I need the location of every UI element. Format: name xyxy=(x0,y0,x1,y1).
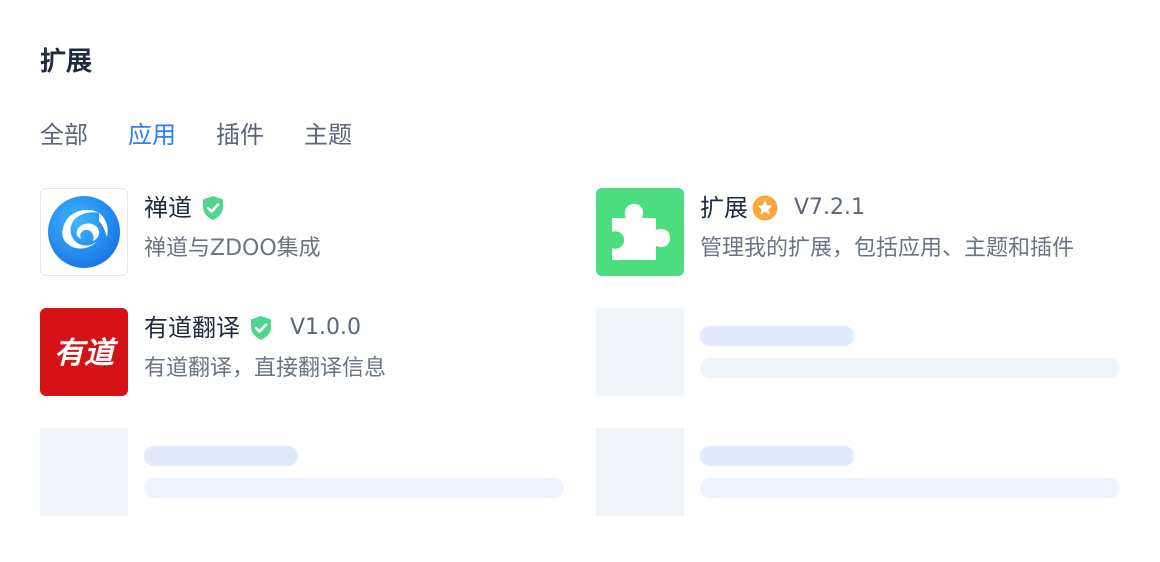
skeleton-description-bar xyxy=(700,478,1120,498)
youdao-logo-text: 有道 xyxy=(54,336,119,371)
extension-version: V1.0.0 xyxy=(290,315,362,340)
extension-card-youdao[interactable]: 有道 有道翻译 V1.0.0 有道翻译，直接翻译信息 xyxy=(40,308,564,396)
extension-description: 有道翻译，直接翻译信息 xyxy=(144,356,387,381)
category-tabs: 全部 应用 插件 主题 xyxy=(40,116,392,156)
extension-name: 禅道 xyxy=(144,194,192,222)
extension-name: 扩展 xyxy=(700,194,748,222)
extension-version: V7.2.1 xyxy=(794,195,866,220)
extension-card-extensions[interactable]: 扩展 V7.2.1 管理我的扩展，包括应用、主题和插件 xyxy=(596,188,1120,276)
skeleton-icon xyxy=(596,308,684,396)
tab-plugins[interactable]: 插件 xyxy=(216,116,264,156)
skeleton-title-bar xyxy=(700,446,854,466)
puzzle-icon xyxy=(596,188,684,276)
zentao-logo-icon xyxy=(40,188,128,276)
verified-shield-icon xyxy=(203,196,223,220)
skeleton-icon xyxy=(40,428,128,516)
star-badge-icon xyxy=(752,195,778,221)
tab-all[interactable]: 全部 xyxy=(40,116,88,156)
skeleton-description-bar xyxy=(700,358,1120,378)
verified-shield-icon xyxy=(251,316,271,340)
page-title: 扩展 xyxy=(40,47,93,77)
loading-card-placeholder xyxy=(40,428,564,516)
loading-card-placeholder xyxy=(596,428,1120,516)
skeleton-title-bar xyxy=(700,326,854,346)
extension-card-zentao[interactable]: 禅道 禅道与ZDOO集成 xyxy=(40,188,564,276)
extension-description: 禅道与ZDOO集成 xyxy=(144,236,321,261)
skeleton-description-bar xyxy=(144,478,564,498)
extensions-page: 扩展 全部 应用 插件 主题 禅道 禅道与ZDOO集成 扩展 V7.2.1 管理… xyxy=(0,0,1160,562)
tab-themes[interactable]: 主题 xyxy=(304,116,352,156)
skeleton-title-bar xyxy=(144,446,298,466)
youdao-logo-icon: 有道 xyxy=(40,308,128,396)
tab-apps[interactable]: 应用 xyxy=(128,116,176,156)
loading-card-placeholder xyxy=(596,308,1120,396)
extension-name: 有道翻译 xyxy=(144,314,240,342)
skeleton-icon xyxy=(596,428,684,516)
extension-description: 管理我的扩展，包括应用、主题和插件 xyxy=(700,236,1075,261)
